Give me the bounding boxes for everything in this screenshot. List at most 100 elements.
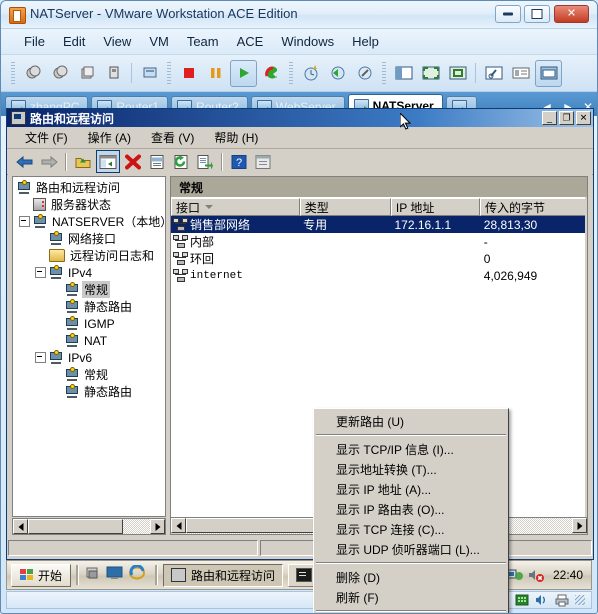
quick-switch-icon[interactable]: [445, 61, 470, 86]
vmware-close-button[interactable]: ✕: [554, 5, 589, 23]
column-header-ip-address[interactable]: IP 地址: [390, 198, 481, 216]
menu-windows[interactable]: Windows: [272, 32, 343, 51]
properties-icon[interactable]: [146, 151, 168, 172]
tree-item-igmp[interactable]: IGMP: [15, 315, 165, 332]
table-row[interactable]: 销售部网络 专用 172.16.1.1 28,813,30: [171, 216, 587, 233]
context-menu-item-show-udp-listener-ports[interactable]: 显示 UDP 侦听器端口 (L)...: [314, 539, 508, 559]
collapse-expander-icon[interactable]: [19, 216, 30, 227]
tree-item-routing-and-remote-access[interactable]: 路由和远程访问: [15, 179, 165, 196]
menu-team[interactable]: Team: [178, 32, 228, 51]
tree-item-ipv6[interactable]: IPv6: [15, 349, 165, 366]
menu-ace[interactable]: ACE: [228, 32, 273, 51]
context-menu-item-update-routes[interactable]: 更新路由 (U): [314, 411, 508, 431]
menu-file[interactable]: File: [15, 32, 54, 51]
context-menu-item-show-address-translations[interactable]: 显示地址转换 (T)...: [314, 459, 508, 479]
stop-icon[interactable]: [176, 61, 201, 86]
fullscreen-icon[interactable]: [418, 61, 443, 86]
scroll-left-button[interactable]: [13, 519, 28, 534]
collapse-expander-icon[interactable]: [35, 267, 46, 278]
internet-explorer-icon[interactable]: [128, 564, 148, 585]
scroll-thumb[interactable]: [28, 519, 124, 534]
refresh-icon[interactable]: [170, 151, 192, 172]
summary-view-icon[interactable]: [508, 61, 533, 86]
menu-help[interactable]: Help: [343, 32, 388, 51]
resize-grip[interactable]: [575, 595, 585, 605]
menu-vm[interactable]: VM: [140, 32, 178, 51]
back-arrow-icon[interactable]: [14, 151, 36, 172]
printer-icon[interactable]: [555, 594, 569, 607]
context-menu-item-show-tcpip-info[interactable]: 显示 TCP/IP 信息 (I)...: [314, 439, 508, 459]
volume-muted-icon[interactable]: [527, 567, 545, 583]
show-sidebar-icon[interactable]: [391, 61, 416, 86]
tree-item-server-status[interactable]: 服务器状态: [15, 196, 165, 213]
table-row[interactable]: 环回 0: [171, 250, 587, 267]
taskbar-button-routing-and-remote-access[interactable]: 路由和远程访问: [163, 563, 284, 587]
tree-item-ipv6-general[interactable]: 常规: [15, 366, 165, 383]
scroll-right-button[interactable]: [150, 519, 165, 534]
manage-snapshots-icon[interactable]: [352, 61, 377, 86]
mmc-minimize-button[interactable]: _: [542, 111, 557, 125]
network-adapter-2-icon[interactable]: [515, 594, 529, 607]
table-row[interactable]: internet 4,026,949: [171, 267, 587, 284]
take-snapshot-icon[interactable]: [298, 61, 323, 86]
context-menu-item-show-ip-routing-table[interactable]: 显示 IP 路由表 (O)...: [314, 499, 508, 519]
mmc-menu-action[interactable]: 操作 (A): [78, 127, 141, 148]
mmc-menu-file[interactable]: 文件 (F): [15, 127, 78, 148]
toolbar-grip-3[interactable]: [289, 62, 293, 84]
mmc-menu-view[interactable]: 查看 (V): [141, 127, 204, 148]
play-icon[interactable]: [230, 59, 257, 87]
column-header-interface[interactable]: 接口: [171, 198, 300, 216]
forward-arrow-icon[interactable]: [38, 151, 60, 172]
start-button[interactable]: 开始: [11, 563, 72, 587]
collapse-expander-icon[interactable]: [35, 352, 46, 363]
revert-snapshot-icon[interactable]: [325, 61, 350, 86]
tree-item-nat[interactable]: NAT: [15, 332, 165, 349]
menu-view[interactable]: View: [94, 32, 140, 51]
console-icon[interactable]: [137, 61, 162, 86]
export-list-icon[interactable]: [194, 151, 216, 172]
column-header-type[interactable]: 类型: [299, 198, 391, 216]
tree-horizontal-scrollbar[interactable]: [12, 518, 166, 535]
scroll-track[interactable]: [28, 519, 150, 534]
mmc-close-button[interactable]: ✕: [576, 111, 591, 125]
suspend-snapshot-icon[interactable]: [47, 61, 72, 86]
console-tree-pane[interactable]: 路由和远程访问 服务器状态 NATSERVER（本地） 网络接口 远程访问日志和…: [12, 176, 166, 517]
scroll-left-button[interactable]: [171, 518, 186, 533]
toolbar-grip[interactable]: [11, 62, 15, 84]
tree-item-ipv6-static-routes[interactable]: 静态路由: [15, 383, 165, 400]
show-hide-tree-icon[interactable]: [96, 150, 120, 173]
usb-devices-icon[interactable]: [101, 61, 126, 86]
sound-icon[interactable]: [535, 594, 549, 607]
menu-edit[interactable]: Edit: [54, 32, 94, 51]
context-menu-item-refresh[interactable]: 刷新 (F): [314, 587, 508, 607]
vmware-maximize-button[interactable]: [524, 5, 550, 23]
settings-icon[interactable]: [481, 61, 506, 86]
tree-item-natserver[interactable]: NATSERVER（本地）: [15, 213, 165, 230]
table-row[interactable]: 内部 -: [171, 233, 587, 250]
tree-item-network-interfaces[interactable]: 网络接口: [15, 230, 165, 247]
scroll-right-button[interactable]: [572, 518, 587, 533]
desktop-icon[interactable]: [106, 565, 126, 585]
reset-icon[interactable]: [259, 61, 284, 86]
show-desktop-icon[interactable]: [84, 565, 104, 585]
help-icon[interactable]: ?: [228, 151, 250, 172]
context-menu-item-show-tcp-connections[interactable]: 显示 TCP 连接 (C)...: [314, 519, 508, 539]
delete-icon[interactable]: [122, 151, 144, 172]
power-off-icon[interactable]: [20, 61, 45, 86]
pause-icon[interactable]: [203, 61, 228, 86]
tree-item-ipv4-general[interactable]: 常规: [15, 281, 165, 298]
vmware-minimize-button[interactable]: [495, 5, 521, 23]
mmc-menu-help[interactable]: 帮助 (H): [204, 127, 268, 148]
console-view-icon[interactable]: [535, 59, 562, 87]
snapshot-manager-icon[interactable]: [74, 61, 99, 86]
tree-item-ipv4[interactable]: IPv4: [15, 264, 165, 281]
tree-item-remote-access-logging[interactable]: 远程访问日志和: [15, 247, 165, 264]
up-folder-icon[interactable]: [72, 151, 94, 172]
toolbar-grip-2[interactable]: [167, 62, 171, 84]
tree-item-ipv4-static-routes[interactable]: 静态路由: [15, 298, 165, 315]
context-menu-item-delete[interactable]: 删除 (D): [314, 567, 508, 587]
show-console-tree-icon[interactable]: [252, 151, 274, 172]
context-menu-item-show-ip-addresses[interactable]: 显示 IP 地址 (A)...: [314, 479, 508, 499]
column-header-bytes-in[interactable]: 传入的字节: [480, 198, 587, 216]
taskbar-clock[interactable]: 22:40: [553, 568, 583, 582]
